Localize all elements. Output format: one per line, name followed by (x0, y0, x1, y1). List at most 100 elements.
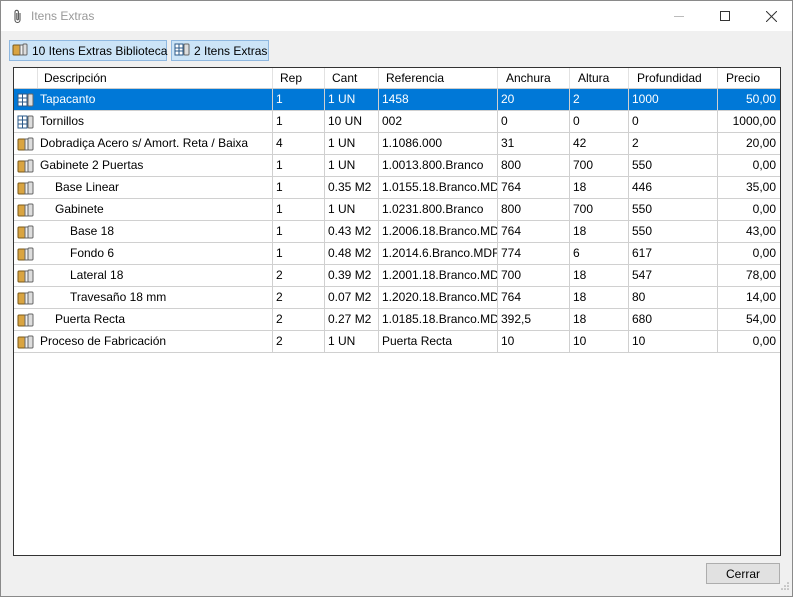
cell-altura[interactable]: 6 (570, 243, 629, 264)
cell-cant[interactable]: 0.07 M2 (325, 287, 379, 308)
table-row[interactable]: Tapacanto 1 1 UN 1458 20 2 1000 50,00 (14, 89, 780, 111)
cell-anchura[interactable]: 774 (498, 243, 570, 264)
cell-profundidad[interactable]: 446 (629, 177, 718, 198)
cell-anchura[interactable]: 764 (498, 287, 570, 308)
cell-anchura[interactable]: 20 (498, 89, 570, 110)
table-row[interactable]: Proceso de Fabricación 2 1 UN Puerta Recta 1… (14, 331, 780, 353)
cell-precio[interactable]: 0,00 (718, 331, 780, 352)
cell-referencia[interactable]: 002 (379, 111, 498, 132)
cell-referencia[interactable]: 1.2001.18.Branco.MDF (379, 265, 498, 286)
header-cant[interactable]: Cant (325, 68, 379, 88)
cell-anchura[interactable]: 800 (498, 199, 570, 220)
minimize-button[interactable] (656, 1, 702, 31)
cell-referencia[interactable]: 1.2014.6.Branco.MDF (379, 243, 498, 264)
cell-altura[interactable]: 700 (570, 155, 629, 176)
table-row[interactable]: Fondo 6 1 0.48 M2 1.2014.6.Branco.MDF 774 6 61… (14, 243, 780, 265)
cell-cant[interactable]: 1 UN (325, 199, 379, 220)
title-bar[interactable]: Itens Extras (1, 1, 792, 31)
table-row[interactable]: Dobradiça Acero s/ Amort. Reta / Baixa 4 1… (14, 133, 780, 155)
cell-anchura[interactable]: 392,5 (498, 309, 570, 330)
cell-cant[interactable]: 1 UN (325, 89, 379, 110)
cell-profundidad[interactable]: 2 (629, 133, 718, 154)
header-descripcion[interactable]: Descripción (38, 68, 273, 88)
table-row[interactable]: Base 18 1 0.43 M2 1.2006.18.Branco.MDF 764 18… (14, 221, 780, 243)
header-anchura[interactable]: Anchura (498, 68, 570, 88)
cell-descripcion[interactable]: Fondo 6 (38, 243, 273, 264)
table-row[interactable]: Travesaño 18 mm 2 0.07 M2 1.2020.18.Branco.… (14, 287, 780, 309)
header-altura[interactable]: Altura (570, 68, 629, 88)
cell-descripcion[interactable]: Proceso de Fabricación (38, 331, 273, 352)
cell-descripcion[interactable]: Dobradiça Acero s/ Amort. Reta / Baixa (38, 133, 273, 154)
cell-profundidad[interactable]: 617 (629, 243, 718, 264)
cell-precio[interactable]: 1000,00 (718, 111, 780, 132)
cell-descripcion[interactable]: Base 18 (38, 221, 273, 242)
cell-anchura[interactable]: 31 (498, 133, 570, 154)
cell-rep[interactable]: 2 (273, 309, 325, 330)
cell-rep[interactable]: 2 (273, 265, 325, 286)
cell-rep[interactable]: 1 (273, 155, 325, 176)
cell-anchura[interactable]: 764 (498, 177, 570, 198)
items-grid[interactable]: Descripción Rep Cant Referencia Anchura … (13, 67, 781, 556)
cell-referencia[interactable]: 1.2006.18.Branco.MDF (379, 221, 498, 242)
cell-descripcion[interactable]: Base Linear (38, 177, 273, 198)
cell-precio[interactable]: 78,00 (718, 265, 780, 286)
cell-precio[interactable]: 0,00 (718, 243, 780, 264)
cell-altura[interactable]: 42 (570, 133, 629, 154)
table-row[interactable]: Lateral 18 2 0.39 M2 1.2001.18.Branco.MDF 70… (14, 265, 780, 287)
cell-cant[interactable]: 10 UN (325, 111, 379, 132)
cell-profundidad[interactable]: 550 (629, 155, 718, 176)
cell-cant[interactable]: 0.35 M2 (325, 177, 379, 198)
cell-precio[interactable]: 0,00 (718, 155, 780, 176)
cell-anchura[interactable]: 0 (498, 111, 570, 132)
cell-rep[interactable]: 2 (273, 331, 325, 352)
table-row[interactable]: Base Linear 1 0.35 M2 1.0155.18.Branco.MDF 7… (14, 177, 780, 199)
cell-descripcion[interactable]: Puerta Recta (38, 309, 273, 330)
cell-precio[interactable]: 14,00 (718, 287, 780, 308)
cell-anchura[interactable]: 10 (498, 331, 570, 352)
cell-descripcion[interactable]: Tornillos (38, 111, 273, 132)
header-precio[interactable]: Precio (718, 68, 780, 88)
cell-rep[interactable]: 1 (273, 243, 325, 264)
cell-descripcion[interactable]: Gabinete 2 Puertas (38, 155, 273, 176)
cell-altura[interactable]: 18 (570, 265, 629, 286)
cell-descripcion[interactable]: Gabinete (38, 199, 273, 220)
cell-rep[interactable]: 2 (273, 287, 325, 308)
cell-referencia[interactable]: 1.0013.800.Branco (379, 155, 498, 176)
cell-cant[interactable]: 0.43 M2 (325, 221, 379, 242)
cell-referencia[interactable]: 1.1086.000 (379, 133, 498, 154)
cell-rep[interactable]: 1 (273, 89, 325, 110)
cell-cant[interactable]: 1 UN (325, 133, 379, 154)
cell-precio[interactable]: 50,00 (718, 89, 780, 110)
cell-profundidad[interactable]: 0 (629, 111, 718, 132)
cell-anchura[interactable]: 764 (498, 221, 570, 242)
cell-cant[interactable]: 0.39 M2 (325, 265, 379, 286)
cell-referencia[interactable]: 1.2020.18.Branco.MDF (379, 287, 498, 308)
tab-itens-extras-biblioteca[interactable]: 10 Itens Extras Biblioteca (9, 40, 167, 61)
cell-profundidad[interactable]: 547 (629, 265, 718, 286)
cell-profundidad[interactable]: 550 (629, 199, 718, 220)
table-row[interactable]: Gabinete 1 1 UN 1.0231.800.Branco 800 700 550 0… (14, 199, 780, 221)
cell-descripcion[interactable]: Travesaño 18 mm (38, 287, 273, 308)
header-profundidad[interactable]: Profundidad (629, 68, 718, 88)
table-row[interactable]: Gabinete 2 Puertas 1 1 UN 1.0013.800.Branco… (14, 155, 780, 177)
cell-anchura[interactable]: 800 (498, 155, 570, 176)
cell-altura[interactable]: 700 (570, 199, 629, 220)
table-row[interactable]: Tornillos 1 10 UN 002 0 0 0 1000,00 (14, 111, 780, 133)
cell-rep[interactable]: 1 (273, 177, 325, 198)
cell-referencia[interactable]: 1.0231.800.Branco (379, 199, 498, 220)
maximize-button[interactable] (702, 1, 748, 31)
cell-cant[interactable]: 1 UN (325, 155, 379, 176)
cell-descripcion[interactable]: Tapacanto (38, 89, 273, 110)
cell-precio[interactable]: 43,00 (718, 221, 780, 242)
cell-referencia[interactable]: Puerta Recta (379, 331, 498, 352)
cell-rep[interactable]: 1 (273, 199, 325, 220)
cell-altura[interactable]: 18 (570, 309, 629, 330)
cell-referencia[interactable]: 1.0185.18.Branco.MDF (379, 309, 498, 330)
cell-referencia[interactable]: 1458 (379, 89, 498, 110)
cell-rep[interactable]: 4 (273, 133, 325, 154)
cell-precio[interactable]: 20,00 (718, 133, 780, 154)
cell-rep[interactable]: 1 (273, 111, 325, 132)
cell-profundidad[interactable]: 10 (629, 331, 718, 352)
cell-precio[interactable]: 35,00 (718, 177, 780, 198)
cell-profundidad[interactable]: 550 (629, 221, 718, 242)
